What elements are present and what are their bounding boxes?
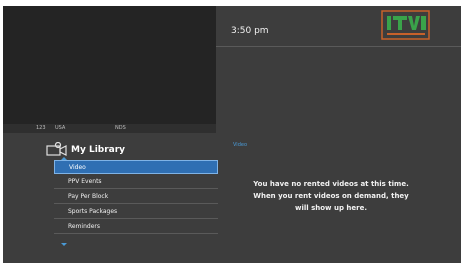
section-label: Video: [233, 142, 248, 148]
video-preview: [3, 6, 216, 124]
library-title: My Library: [71, 145, 126, 155]
tv3-logo: [381, 10, 430, 40]
channel-provider: NDS: [115, 125, 126, 131]
clock-time: 3:50 pm: [231, 26, 269, 36]
empty-message-line: You have no rented videos at this time.: [253, 180, 409, 188]
menu-item-ppv-events[interactable]: PPV Events: [54, 175, 218, 189]
menu-item-sports-packages[interactable]: Sports Packages: [54, 205, 218, 219]
channel-name: USA: [55, 125, 66, 131]
channel-number: 123: [36, 125, 46, 131]
header-divider: [216, 46, 461, 47]
library-menu: Video PPV Events Pay Per Block Sports Pa…: [54, 160, 218, 235]
menu-item-reminders[interactable]: Reminders: [54, 220, 218, 234]
scroll-down-icon[interactable]: [61, 243, 67, 246]
empty-message: You have no rented videos at this time. …: [231, 178, 431, 214]
camera-icon: [46, 142, 67, 156]
channel-info-bar: 123 USA NDS: [3, 124, 216, 133]
menu-item-pay-per-block[interactable]: Pay Per Block: [54, 190, 218, 204]
empty-message-line: will show up here.: [295, 204, 367, 212]
menu-item-video[interactable]: Video: [54, 160, 218, 174]
empty-message-line: When you rent videos on demand, they: [253, 192, 409, 200]
tv-screen: 123 USA NDS 3:50 pm My Library Video PPV…: [3, 6, 461, 263]
